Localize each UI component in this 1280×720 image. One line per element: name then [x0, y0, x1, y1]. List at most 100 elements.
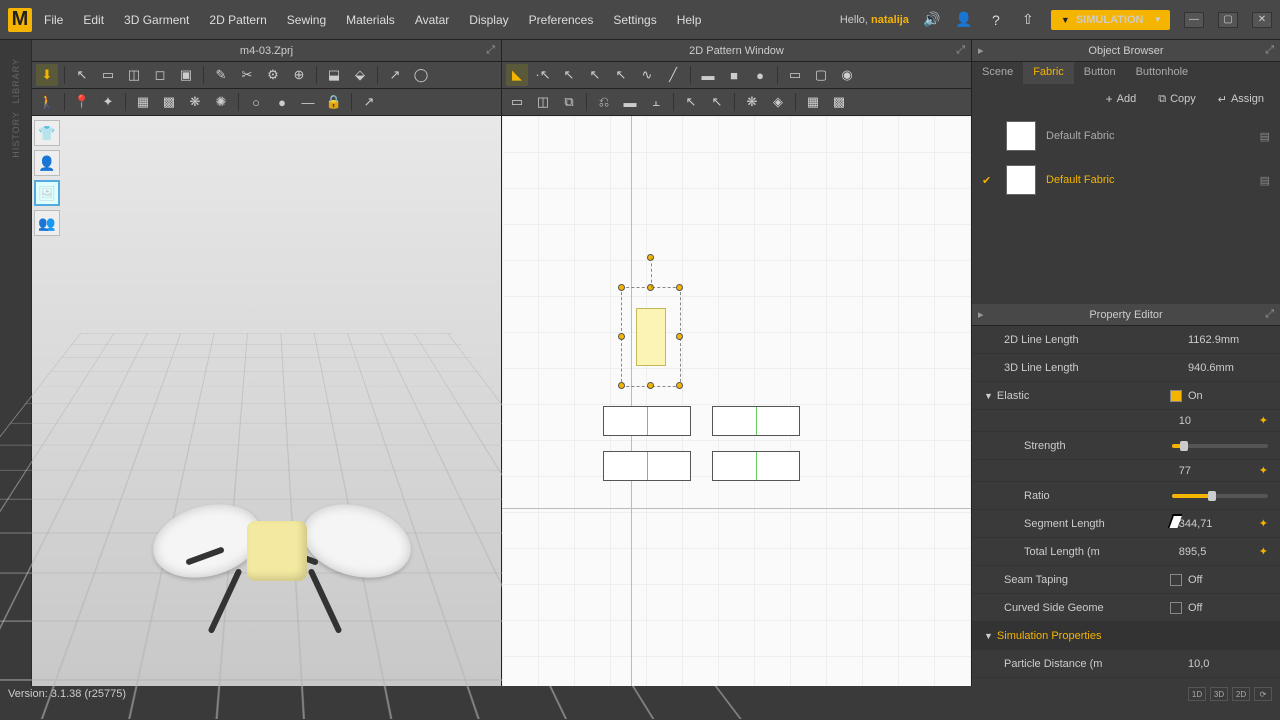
keyframe-icon[interactable]: ✦ [1259, 464, 1268, 477]
move-tool-icon[interactable]: ↖ [71, 64, 93, 86]
trace-icon[interactable]: ◈ [767, 91, 789, 113]
fold-icon[interactable]: ⫠ [645, 91, 667, 113]
item-menu-icon[interactable]: ▤ [1260, 174, 1270, 187]
pattern-piece-1[interactable] [603, 406, 691, 436]
grain-icon[interactable]: ◉ [836, 64, 858, 86]
prop-particle-distance[interactable]: Particle Distance (m 10,0 [972, 650, 1280, 678]
close-button[interactable]: ✕ [1252, 12, 1272, 28]
prop-ratio[interactable]: Ratio [972, 482, 1280, 510]
checkbox-icon[interactable] [1170, 602, 1182, 614]
collapse-icon[interactable]: ▸ [978, 44, 984, 57]
prop-ratio-value[interactable]: 77 ✦ [972, 460, 1280, 482]
menu-help[interactable]: Help [677, 13, 702, 27]
prop-segment-length[interactable]: Segment Length 344,71 ✦ [972, 510, 1280, 538]
tack-icon[interactable]: ✦ [97, 91, 119, 113]
tab-buttonhole[interactable]: Buttonhole [1126, 62, 1199, 84]
menu-3d-garment[interactable]: 3D Garment [124, 13, 189, 27]
history-tab[interactable]: HISTORY [11, 111, 21, 158]
pattern-piece-4[interactable] [712, 451, 800, 481]
prop-strength-value[interactable]: 10 ✦ [972, 410, 1280, 432]
pen-icon[interactable]: ✎ [210, 64, 232, 86]
keyframe-icon[interactable]: ✦ [1259, 414, 1268, 427]
square-icon[interactable]: ■ [723, 64, 745, 86]
popout-icon[interactable]: ⤢ [1265, 308, 1274, 321]
menu-2d-pattern[interactable]: 2D Pattern [209, 13, 266, 27]
texture-icon[interactable]: ❋ [741, 91, 763, 113]
cut-icon[interactable]: ✂ [236, 64, 258, 86]
menu-materials[interactable]: Materials [346, 13, 395, 27]
lasso-icon[interactable]: ◫ [123, 64, 145, 86]
edit-pattern-icon[interactable]: ◣ [506, 64, 528, 86]
user-icon[interactable]: 👤 [955, 11, 973, 29]
menu-settings[interactable]: Settings [613, 13, 656, 27]
pointer2-icon[interactable]: ↗ [384, 64, 406, 86]
line2-icon[interactable]: ╱ [662, 64, 684, 86]
fabric-item[interactable]: Default Fabric ▤ [972, 114, 1280, 158]
circle-icon[interactable]: ○ [245, 91, 267, 113]
volume-icon[interactable]: 🔊 [923, 11, 941, 29]
prop-curved-side[interactable]: Curved Side Geome Off [972, 594, 1280, 622]
mesh3-icon[interactable]: ❋ [184, 91, 206, 113]
notch-icon[interactable]: ▢ [810, 64, 832, 86]
lock-icon[interactable]: 🔒 [323, 91, 345, 113]
view-1d-button[interactable]: 1D [1188, 687, 1206, 701]
prop-elastic[interactable]: ▼Elastic On [972, 382, 1280, 410]
transform-icon[interactable]: ▭ [506, 91, 528, 113]
sewing-icon[interactable]: ↖ [680, 91, 702, 113]
dot-icon[interactable]: ● [271, 91, 293, 113]
3d-garment-bow[interactable] [152, 486, 412, 626]
minimize-button[interactable]: — [1184, 12, 1204, 28]
free-sew-icon[interactable]: ↖ [706, 91, 728, 113]
cylinder-icon[interactable]: ⬙ [349, 64, 371, 86]
keyframe-icon[interactable]: ✦ [1259, 517, 1268, 530]
3d-viewport[interactable]: 👕 👤 🖼 👥 [32, 116, 501, 686]
simulation-button[interactable]: SIMULATION▾ [1051, 10, 1170, 30]
prop-strength[interactable]: Strength [972, 432, 1280, 460]
view-2d-button[interactable]: 2D [1232, 687, 1250, 701]
avatar-layer-icon[interactable]: 👤 [34, 150, 60, 176]
view-3d-button[interactable]: 3D [1210, 687, 1228, 701]
2d-viewport[interactable] [502, 116, 971, 686]
pattern-piece-2[interactable] [712, 406, 800, 436]
seam-icon[interactable]: ⎌ [593, 91, 615, 113]
point-icon[interactable]: ·↖ [532, 64, 554, 86]
pattern-selection-bbox[interactable] [621, 287, 681, 387]
copy2-icon[interactable]: ⧉ [558, 91, 580, 113]
rect-icon[interactable]: ▬ [697, 64, 719, 86]
keyframe-icon[interactable]: ✦ [1259, 545, 1268, 558]
curve-point-icon[interactable]: ↖ [558, 64, 580, 86]
box-icon[interactable]: ⬓ [323, 64, 345, 86]
popout-icon[interactable]: ⤢ [956, 44, 965, 57]
snap-icon[interactable]: ▩ [828, 91, 850, 113]
popout-icon[interactable]: ⤢ [1265, 44, 1274, 57]
mesh4-icon[interactable]: ✺ [210, 91, 232, 113]
fabric-item[interactable]: ✔ Default Fabric ▤ [972, 158, 1280, 202]
split-icon[interactable]: ↖ [610, 64, 632, 86]
copy-button[interactable]: ⧉Copy [1150, 90, 1204, 109]
glue-icon[interactable]: ⚙ [262, 64, 284, 86]
grid-snap-icon[interactable]: ▦ [802, 91, 824, 113]
shadow-layer-icon[interactable]: 👥 [34, 210, 60, 236]
collapse-icon[interactable]: ▸ [978, 308, 984, 321]
refresh-icon[interactable]: ⟳ [1254, 687, 1272, 701]
menu-preferences[interactable]: Preferences [529, 13, 594, 27]
iron-icon[interactable]: ▬ [619, 91, 641, 113]
tab-scene[interactable]: Scene [972, 62, 1023, 84]
avatar-tool-icon[interactable]: 🚶 [36, 91, 58, 113]
add-point-icon[interactable]: ↖ [584, 64, 606, 86]
garment-layer-icon[interactable]: 👕 [34, 120, 60, 146]
popout-icon[interactable]: ⤢ [486, 44, 495, 57]
weld-icon[interactable]: ⊕ [288, 64, 310, 86]
texture-layer-icon[interactable]: 🖼 [34, 180, 60, 206]
tab-button[interactable]: Button [1074, 62, 1126, 84]
mesh2-icon[interactable]: ▩ [158, 91, 180, 113]
ellipse-icon[interactable]: ◯ [410, 64, 432, 86]
circle2-icon[interactable]: ● [749, 64, 771, 86]
prop-simulation-group[interactable]: ▼Simulation Properties [972, 622, 1280, 650]
menu-file[interactable]: File [44, 13, 63, 27]
checkbox-icon[interactable] [1170, 574, 1182, 586]
curve-icon[interactable]: ∿ [636, 64, 658, 86]
menu-edit[interactable]: Edit [83, 13, 104, 27]
select-tool-icon[interactable]: ⬇ [36, 64, 58, 86]
menu-display[interactable]: Display [469, 13, 508, 27]
